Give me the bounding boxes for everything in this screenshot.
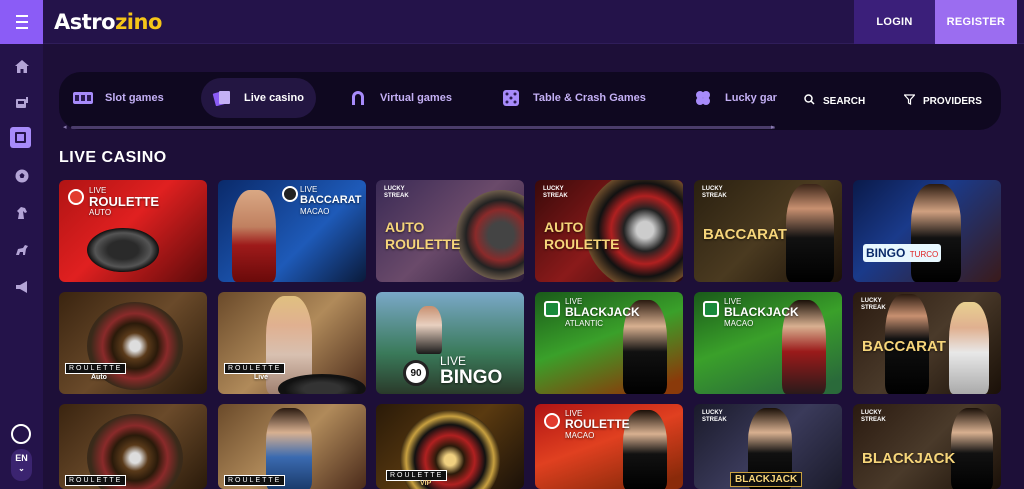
category-table-crash-games[interactable]: Table & Crash Games (501, 78, 646, 118)
filter-icon (903, 94, 916, 108)
top-header: Astrozino LOGIN REGISTER (0, 0, 1024, 44)
provider-logo-icon (68, 189, 84, 205)
category-bar: Slot games Live casino Virtual games Tab… (59, 72, 1001, 131)
home-icon[interactable] (13, 58, 30, 75)
horseshoe-icon (348, 88, 368, 108)
dealer-image (232, 190, 276, 282)
providers-button[interactable]: PROVIDERS (903, 94, 982, 108)
site-logo[interactable]: Astrozino (54, 10, 162, 34)
scroll-right-arrow[interactable]: ▸ (771, 123, 775, 131)
megaphone-icon[interactable] (13, 278, 30, 295)
game-tile[interactable]: ROULETTE (218, 404, 366, 489)
soccer-ball-icon[interactable] (13, 167, 30, 184)
search-icon (804, 94, 815, 108)
game-tile[interactable]: LIVE BLACKJACK ATLANTIC (535, 292, 683, 394)
category-virtual-games[interactable]: Virtual games (348, 78, 452, 118)
login-button[interactable]: LOGIN (854, 0, 935, 44)
hamburger-menu-button[interactable] (0, 0, 43, 44)
section-title: LIVE CASINO (59, 149, 167, 166)
provider-logo-icon (544, 413, 560, 429)
game-tile[interactable]: ROULETTE VIP (376, 404, 524, 489)
game-tile[interactable]: 90 LIVE BINGO (376, 292, 524, 394)
provider-logo-icon (282, 186, 298, 202)
game-tile[interactable]: ROULETTE Auto (59, 292, 207, 394)
dealer-image (416, 306, 442, 354)
scroll-left-arrow[interactable]: ◂ (63, 123, 67, 131)
game-tile[interactable]: LIVE ROULETTE AUTO (59, 180, 207, 282)
slot-icon (73, 88, 93, 108)
game-tile[interactable]: ROULETTE Live (218, 292, 366, 394)
language-selector[interactable]: EN ⌄ (11, 449, 32, 481)
category-scrollbar[interactable] (71, 126, 775, 129)
hamburger-icon (15, 13, 28, 31)
game-tile[interactable]: LIVE BLACKJACK MACAO (694, 292, 842, 394)
register-button[interactable]: REGISTER (935, 0, 1017, 44)
left-sidebar: EN ⌄ (0, 44, 43, 489)
roulette-wheel-image (456, 190, 524, 280)
game-tile[interactable]: LIVE ROULETTE MACAO (535, 404, 683, 489)
category-slot-games[interactable]: Slot games (73, 78, 164, 118)
game-tile[interactable]: LUCKY STREAK BACCARAT (853, 292, 1001, 394)
dealer-image (786, 184, 834, 282)
live-casino-icon[interactable] (10, 127, 31, 148)
dice-icon (501, 88, 521, 108)
game-tile[interactable]: LUCKY STREAK AUTO ROULETTE (376, 180, 524, 282)
category-lucky-games[interactable]: Lucky gar (693, 78, 777, 118)
greyhound-icon[interactable] (13, 241, 30, 258)
provider-logo-icon (544, 301, 560, 317)
search-button[interactable]: SEARCH (804, 94, 865, 108)
game-tile[interactable]: LUCKY STREAK BACCARAT (694, 180, 842, 282)
game-tile[interactable]: LUCKY STREAK BLACKJACK (694, 404, 842, 489)
provider-logo-icon (703, 301, 719, 317)
dealer-image (951, 408, 993, 489)
game-tile[interactable]: LUCKY STREAK AUTO ROULETTE (535, 180, 683, 282)
dealer-image (911, 184, 961, 282)
slot-machine-icon[interactable] (13, 93, 30, 110)
game-tile[interactable]: ROULETTE (59, 404, 207, 489)
game-tile[interactable]: BINGO TURCO (853, 180, 1001, 282)
category-live-casino[interactable]: Live casino (201, 78, 316, 118)
headset-icon[interactable] (11, 424, 31, 444)
cards-icon (212, 88, 232, 108)
game-tile[interactable]: LIVE BACCARAT MACAO (218, 180, 366, 282)
dealer-image (949, 302, 989, 394)
chevron-down-icon: ⌄ (18, 464, 25, 473)
clover-icon (693, 88, 713, 108)
roulette-wheel-image (278, 374, 366, 394)
horse-icon[interactable] (13, 204, 30, 221)
game-tile[interactable]: LUCKY STREAK BLACKJACK (853, 404, 1001, 489)
roulette-wheel-image (87, 228, 159, 272)
